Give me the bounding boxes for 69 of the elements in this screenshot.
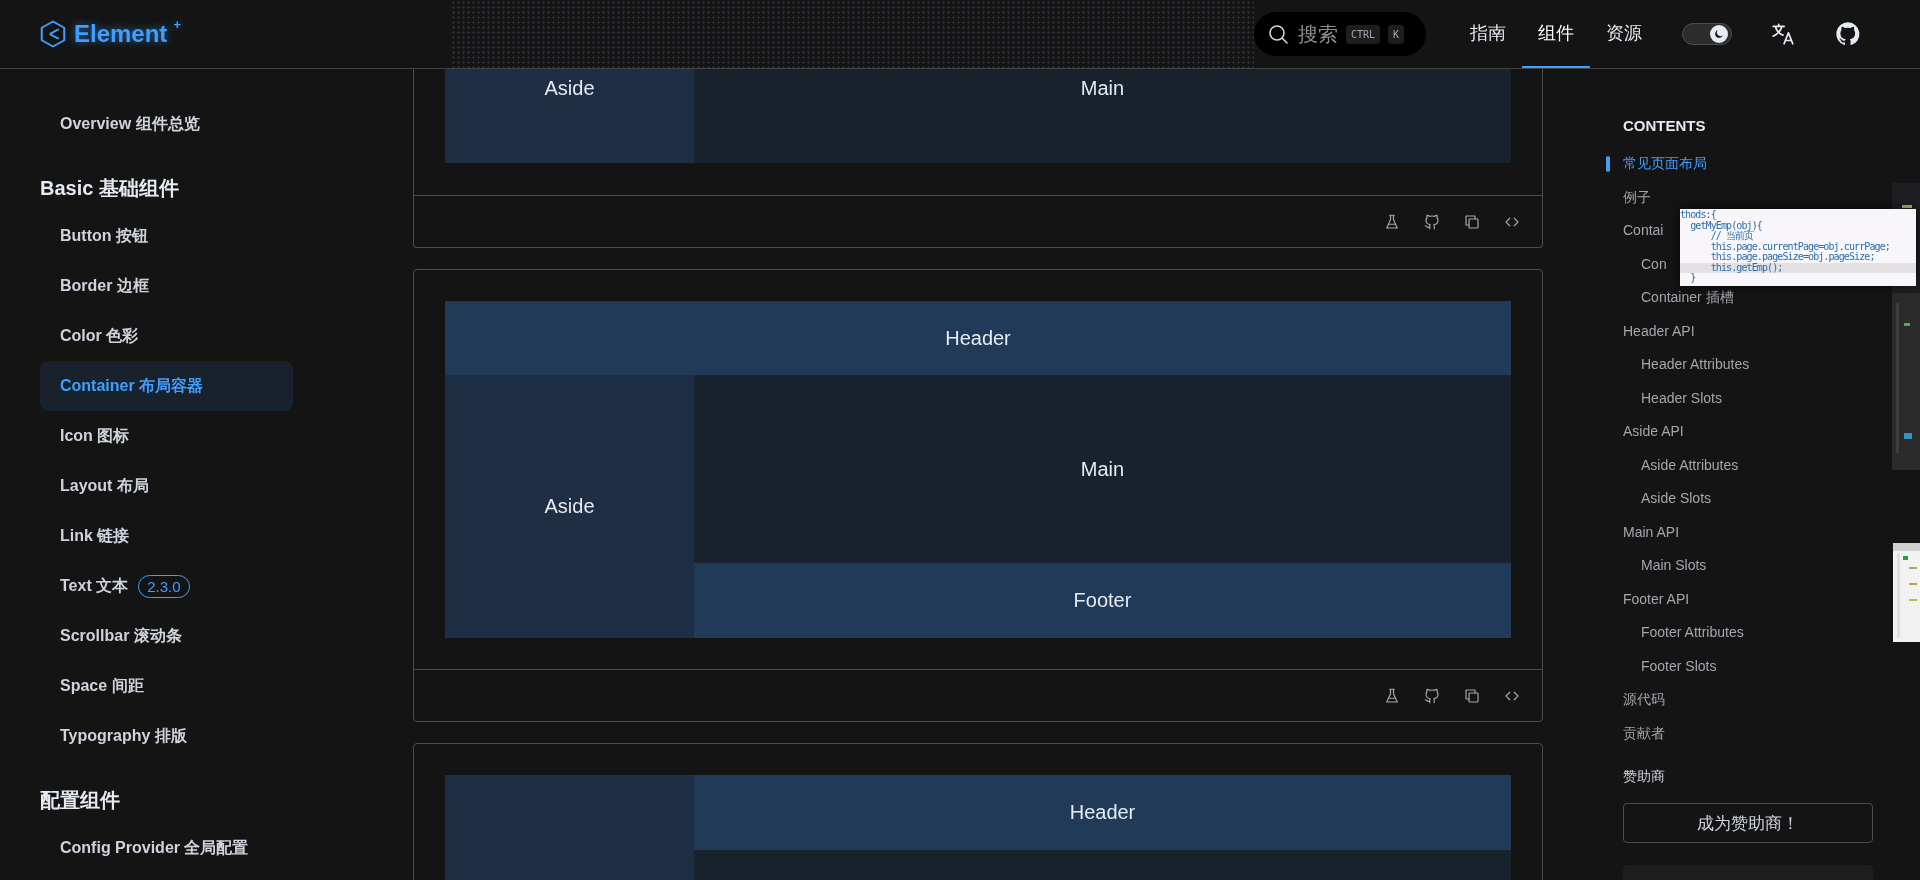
toc-link[interactable]: Header Attributes	[1641, 356, 1750, 373]
toc-link[interactable]: 例子	[1623, 188, 1651, 206]
toc-link[interactable]: Aside API	[1623, 423, 1684, 440]
toc-link[interactable]: Header API	[1623, 322, 1695, 340]
nav-link[interactable]: 组件	[1522, 0, 1590, 68]
github-icon[interactable]	[1423, 212, 1441, 231]
code-line: }	[1689, 273, 1697, 284]
sidebar-item[interactable]: Link 链接	[40, 511, 293, 561]
sidebar-item[interactable]: Config Provider 全局配置	[40, 823, 293, 873]
toc-link[interactable]: Main Slots	[1641, 557, 1707, 574]
sidebar-item[interactable]: Layout 布局	[40, 461, 293, 511]
main-block: Main	[694, 375, 1511, 563]
toc-link[interactable]: Header Slots	[1641, 389, 1722, 407]
code-line: this.page.currentPage=obj.currPage;	[1709, 241, 1891, 252]
toc-link[interactable]: Main API	[1623, 523, 1680, 541]
toc-link[interactable]: Footer API	[1623, 590, 1690, 608]
toc-link[interactable]: Footer Attributes	[1641, 624, 1744, 641]
flask-icon[interactable]	[1383, 212, 1401, 231]
toc-link[interactable]: Aside Slots	[1641, 490, 1712, 507]
keyboard-key: K	[1388, 24, 1405, 44]
theme-switch[interactable]	[1682, 23, 1732, 45]
sidebar-item[interactable]: Color 色彩	[40, 311, 293, 361]
sidebar-item[interactable]: Overview 组件总览	[40, 99, 293, 149]
copy-icon[interactable]	[1463, 686, 1481, 705]
sidebar-item[interactable]: Border 边框	[40, 261, 293, 311]
toc-link[interactable]: Con	[1641, 255, 1667, 273]
sidebar-heading: 配置组件	[40, 787, 121, 813]
sidebar-item[interactable]: Scrollbar 滚动条	[40, 611, 293, 661]
sidebar-item[interactable]: Icon 图标	[40, 411, 293, 461]
aside-block: Aside	[445, 375, 694, 638]
toc-link[interactable]: 贡献者	[1623, 724, 1665, 742]
copy-icon[interactable]	[1463, 212, 1481, 231]
code-line: this.page.pageSize=obj.pageSize;	[1709, 252, 1876, 263]
hexagon-icon	[38, 19, 68, 49]
search-field[interactable]: 搜索 CTRL K	[1254, 12, 1426, 56]
aside-block: Aside	[445, 69, 694, 163]
moon-icon	[1710, 25, 1728, 43]
sidebar-item[interactable]: Space 间距	[40, 661, 293, 711]
toc-link[interactable]: Container 插槽	[1641, 289, 1734, 306]
header-block: Header	[694, 775, 1511, 850]
toc-link[interactable]: Contai	[1623, 222, 1664, 239]
sidebar-item[interactable]: Button 按钮	[40, 211, 293, 261]
code-line: thods:{	[1680, 210, 1716, 220]
sponsor-heading: 赞助商	[1623, 768, 1666, 786]
search-icon	[1266, 22, 1290, 46]
toc-link[interactable]: 源代码	[1623, 691, 1665, 708]
sidebar-item[interactable]: Container 布局容器	[40, 361, 293, 411]
toc-link[interactable]: Aside Attributes	[1641, 456, 1739, 474]
toc-title: CONTENTS	[1623, 117, 1707, 136]
code-line: getMyEmp(obj){	[1690, 220, 1763, 231]
code-line: // 当前页	[1710, 231, 1754, 242]
element-logo[interactable]: Element $^{+}$	[38, 19, 181, 49]
nav-link[interactable]: 资源	[1590, 0, 1658, 68]
main-block: Main	[694, 69, 1511, 163]
active-marker	[1606, 156, 1610, 172]
footer-block: Footer	[694, 563, 1511, 638]
nav-link[interactable]: 指南	[1454, 0, 1522, 68]
toc-link[interactable]: Footer Slots	[1641, 657, 1717, 675]
flask-icon[interactable]	[1383, 686, 1401, 705]
toc-link[interactable]: 常见页面布局	[1623, 155, 1707, 172]
sidebar-item[interactable]: Text 文本 2.3.0	[40, 561, 293, 611]
sidebar-item[interactable]: Typography 排版	[40, 711, 293, 761]
sidebar-heading: Basic 基础组件	[40, 175, 180, 201]
translate-icon[interactable]	[1770, 21, 1796, 47]
github-icon[interactable]	[1834, 20, 1862, 48]
header-block: Header	[445, 301, 1511, 375]
sponsor-button[interactable]: 成为赞助商！	[1623, 803, 1873, 843]
keyboard-key: CTRL	[1346, 24, 1381, 44]
github-icon[interactable]	[1423, 686, 1441, 705]
